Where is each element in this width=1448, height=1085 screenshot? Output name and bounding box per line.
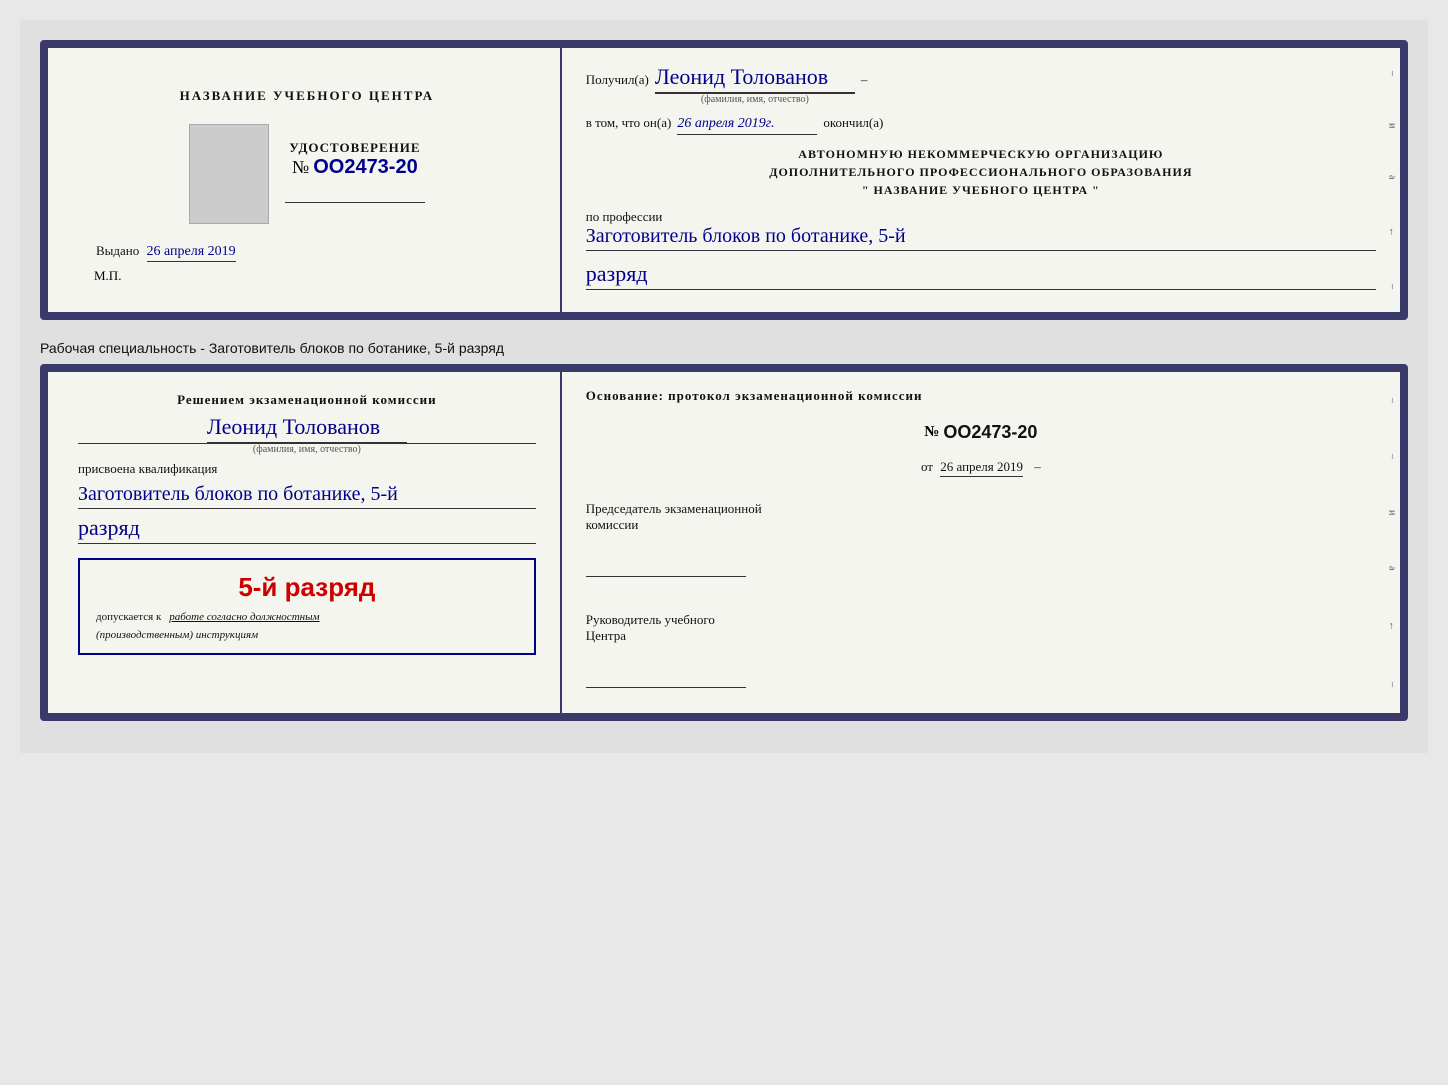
edge-mark-1: –	[1387, 71, 1398, 76]
cert-number-prefix: №	[292, 157, 309, 178]
protocol-prefix: №	[924, 424, 939, 441]
edge-mark-b5: ←	[1387, 621, 1398, 631]
top-doc-right: Получил(а) Леонид Толованов (фамилия, им…	[562, 48, 1400, 312]
edge-mark-2: и	[1387, 123, 1398, 128]
top-document-card: НАЗВАНИЕ УЧЕБНОГО ЦЕНТРА УДОСТОВЕРЕНИЕ №…	[40, 40, 1408, 320]
po-professii-row: по профессии Заготовитель блоков по бота…	[586, 209, 1376, 251]
edge-mark-b4: а	[1387, 566, 1398, 570]
osnovanie-label: Основание: протокол экзаменационной коми…	[586, 388, 1376, 404]
page-wrapper: НАЗВАНИЕ УЧЕБНОГО ЦЕНТРА УДОСТОВЕРЕНИЕ №…	[20, 20, 1428, 753]
edge-mark-b6: –	[1387, 682, 1398, 687]
name-subtitle-top: (фамилия, имя, отчество)	[655, 93, 855, 105]
stamp-dopuskaetsya-row: допускается к работе согласно должностны…	[96, 607, 518, 625]
cert-number: OO2473-20	[313, 156, 418, 179]
predsedatel-block: Председатель экзаменационной комиссии	[586, 501, 1376, 586]
org-line1: АВТОНОМНУЮ НЕКОММЕРЧЕСКУЮ ОРГАНИЗАЦИЮ	[586, 145, 1376, 163]
razryad-row-top: разряд	[586, 261, 1376, 290]
edge-mark-b3: и	[1387, 510, 1398, 515]
recipient-name-top: Леонид Толованов	[655, 64, 855, 93]
rukovoditel-line2: Центра	[586, 628, 1376, 644]
profession-line1-bottom: Заготовитель блоков по ботанике, 5-й	[78, 483, 536, 509]
dash-top: –	[861, 72, 868, 88]
vydano-line: Выдано 26 апреля 2019	[86, 243, 236, 260]
vydano-label: Выдано	[96, 243, 139, 258]
bottom-doc-right: Основание: протокол экзаменационной коми…	[562, 372, 1400, 713]
cert-number-block: УДОСТОВЕРЕНИЕ № OO2473-20	[285, 140, 425, 207]
profession-row-bottom: Заготовитель блоков по ботанике, 5-й	[78, 483, 536, 509]
edge-mark-b1: –	[1387, 398, 1398, 403]
vtom-label: в том, что он(а)	[586, 115, 672, 131]
edge-mark-5: –	[1387, 284, 1398, 289]
org-line3: " НАЗВАНИЕ УЧЕБНОГО ЦЕНТРА "	[586, 181, 1376, 199]
ot-date-row: от 26 апреля 2019 –	[586, 459, 1376, 475]
udostoverenie-label: УДОСТОВЕРЕНИЕ	[289, 140, 420, 156]
razryad-bottom: разряд	[78, 515, 536, 544]
org-block: АВТОНОМНУЮ НЕКОММЕРЧЕСКУЮ ОРГАНИЗАЦИЮ ДО…	[586, 145, 1376, 199]
ot-date: 26 апреля 2019	[940, 459, 1023, 477]
razryad-row-bottom: разряд	[78, 515, 536, 544]
stamp-box: 5-й разряд допускается к работе согласно…	[78, 558, 536, 655]
cert-middle: УДОСТОВЕРЕНИЕ № OO2473-20	[189, 124, 425, 224]
protocol-number: OO2473-20	[943, 422, 1037, 443]
bottom-document-card: Решением экзаменационной комиссии Леонид…	[40, 364, 1408, 721]
edge-mark-b2: –	[1387, 454, 1398, 459]
rukovoditel-sign-line	[586, 668, 746, 688]
cert-underline	[285, 183, 425, 203]
mp-label: М.П.	[86, 268, 236, 284]
between-docs-text: Рабочая специальность - Заготовитель бло…	[40, 332, 1408, 364]
photo-placeholder	[189, 124, 269, 224]
vydano-date: 26 апреля 2019	[147, 244, 236, 262]
right-edge-marks-top: – и а ← –	[1384, 48, 1400, 312]
predsedatel-sign-line	[586, 557, 746, 577]
top-left-title: НАЗВАНИЕ УЧЕБНОГО ЦЕНТРА	[180, 88, 435, 104]
rukovoditel-block: Руководитель учебного Центра	[586, 612, 1376, 697]
completion-date: 26 апреля 2019г.	[677, 116, 817, 135]
po-professii-label: по профессии	[586, 209, 1376, 225]
stamp-rank: 5-й разряд	[96, 572, 518, 603]
stamp-instruction: (производственным) инструкциям	[96, 629, 518, 641]
org-line2: ДОПОЛНИТЕЛЬНОГО ПРОФЕССИОНАЛЬНОГО ОБРАЗО…	[586, 163, 1376, 181]
recipient-name-bottom: Леонид Толованов	[207, 414, 407, 443]
prisvoena-label: присвоена квалификация	[78, 461, 536, 477]
stamp-dopuskaetsya: допускается к	[96, 611, 161, 623]
poluchil-label: Получил(а)	[586, 72, 649, 88]
resheniem-label: Решением экзаменационной комиссии	[78, 392, 536, 408]
predsedatel-line2: комиссии	[586, 517, 1376, 533]
vtom-row: в том, что он(а) 26 апреля 2019г. окончи…	[586, 115, 1376, 135]
profession-line1-top: Заготовитель блоков по ботанике, 5-й	[586, 225, 1376, 251]
ot-prefix: от	[921, 459, 933, 474]
rukovoditel-line1: Руководитель учебного	[586, 612, 1376, 628]
name-subtitle-bottom: (фамилия, имя, отчество)	[78, 443, 536, 455]
razryad-top: разряд	[586, 261, 1376, 290]
bottom-doc-left: Решением экзаменационной комиссии Леонид…	[48, 372, 562, 713]
edge-mark-4: ←	[1387, 227, 1398, 237]
ot-dash: –	[1034, 459, 1041, 474]
right-edge-marks-bottom: – – и а ← –	[1384, 372, 1400, 713]
edge-mark-3: а	[1387, 175, 1398, 179]
poluchil-row: Получил(а) Леонид Толованов (фамилия, им…	[586, 64, 1376, 105]
predsedatel-line1: Председатель экзаменационной	[586, 501, 1376, 517]
top-doc-left: НАЗВАНИЕ УЧЕБНОГО ЦЕНТРА УДОСТОВЕРЕНИЕ №…	[48, 48, 562, 312]
stamp-work-label: работе согласно должностным	[169, 611, 319, 623]
okoncil-label: окончил(а)	[823, 115, 883, 131]
